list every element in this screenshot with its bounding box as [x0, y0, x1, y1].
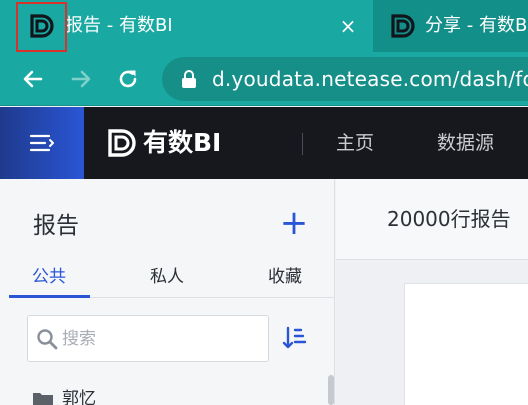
- search-box: [27, 315, 269, 362]
- forward-button[interactable]: [67, 65, 95, 93]
- menu-toggle-button[interactable]: [0, 107, 84, 179]
- sidebar-scrollbar[interactable]: [328, 375, 334, 405]
- tab-private[interactable]: 私人: [150, 264, 184, 290]
- folder-item[interactable]: 郭忆: [27, 385, 96, 405]
- tab-close-icon[interactable]: ×: [336, 12, 360, 40]
- report-title: 20000行报告: [387, 207, 511, 231]
- reload-icon: [119, 70, 137, 88]
- header-divider: [302, 133, 303, 155]
- tab-title: 报告 - 有数BI: [65, 15, 173, 36]
- youdata-logo-icon: [391, 14, 415, 38]
- url-text: d.youdata.netease.com/dash/fo: [212, 67, 528, 91]
- screen: 报告 - 有数BI × 分享 - 有数BI d.youdata.netease.…: [0, 0, 528, 405]
- arrow-right-icon: [71, 70, 91, 88]
- browser-tab-active[interactable]: 报告 - 有数BI ×: [0, 0, 373, 52]
- report-canvas: [404, 283, 528, 405]
- arrow-left-icon: [23, 70, 43, 88]
- youdata-logo-icon: [108, 129, 136, 157]
- youdata-logo-icon: [30, 14, 54, 38]
- sidebar-title: 报告: [33, 213, 79, 239]
- app-header: 有数BI 主页 数据源: [0, 107, 528, 179]
- browser-tab-inactive[interactable]: 分享 - 有数BI: [373, 0, 528, 52]
- tab-public[interactable]: 公共: [32, 264, 66, 290]
- sort-icon[interactable]: [282, 325, 308, 351]
- search-input[interactable]: [62, 326, 262, 352]
- folder-label: 郭忆: [62, 389, 96, 405]
- reload-button[interactable]: [114, 65, 142, 93]
- brand-name: 有数BI: [143, 128, 222, 157]
- back-button[interactable]: [19, 65, 47, 93]
- lock-icon: [182, 70, 196, 88]
- add-report-button[interactable]: +: [279, 206, 309, 240]
- browser-toolbar: d.youdata.netease.com/dash/fo: [0, 52, 528, 106]
- report-header: 20000行报告: [336, 179, 528, 260]
- address-bar[interactable]: d.youdata.netease.com/dash/fo: [162, 57, 528, 101]
- active-tab-indicator: [9, 295, 90, 298]
- folder-icon: [33, 393, 53, 405]
- tab-title: 分享 - 有数BI: [425, 15, 528, 36]
- search-icon: [37, 329, 58, 350]
- report-main: 20000行报告: [336, 179, 528, 405]
- browser-tab-strip: 报告 - 有数BI × 分享 - 有数BI: [0, 0, 528, 52]
- nav-datasource-link[interactable]: 数据源: [437, 129, 494, 157]
- tab-favorites[interactable]: 收藏: [268, 264, 302, 290]
- nav-home-link[interactable]: 主页: [336, 129, 374, 157]
- report-sidebar: 报告 + 公共 私人 收藏 郭忆: [0, 179, 335, 405]
- menu-collapse-icon: [29, 134, 54, 152]
